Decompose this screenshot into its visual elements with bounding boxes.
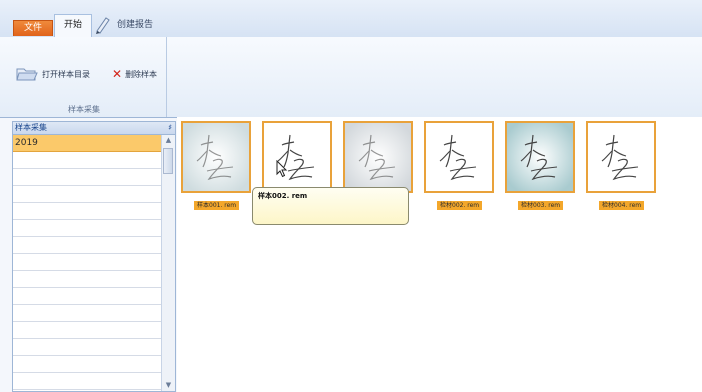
mouse-cursor-icon <box>276 160 288 178</box>
list-item[interactable] <box>13 305 162 322</box>
list-item[interactable] <box>13 254 162 271</box>
pin-icon[interactable]: ♯ <box>168 122 172 134</box>
thumbnail-gallery: 样本001. rem 样本002. rem 检材002. rem 检材003. rem… <box>177 117 702 392</box>
list-item[interactable] <box>13 237 162 254</box>
list-item[interactable] <box>13 152 162 169</box>
signature-image[interactable] <box>181 121 251 193</box>
open-sample-directory-button[interactable]: 打开样本目录 <box>16 66 90 82</box>
list-item[interactable] <box>13 339 162 356</box>
sample-thumbnail[interactable] <box>343 121 413 193</box>
list-item[interactable] <box>13 356 162 373</box>
sample-folder-list: 2019 <box>13 135 162 390</box>
signature-image[interactable] <box>505 121 575 193</box>
tab-file[interactable]: 文件 <box>13 20 53 36</box>
thumbnail-caption: 检材003. rem <box>518 201 564 210</box>
thumbnail-caption: 检材004. rem <box>599 201 645 210</box>
scrollbar-thumb[interactable] <box>163 148 173 174</box>
panel-title: 样本采集 <box>15 123 47 132</box>
sample-thumbnail[interactable]: 样本002. rem <box>262 121 332 210</box>
panel-header: 样本采集 ♯ <box>13 122 175 135</box>
list-item[interactable] <box>13 169 162 186</box>
signature-image[interactable] <box>262 121 332 193</box>
panel-scrollbar[interactable]: ▲ ▼ <box>161 135 175 391</box>
folder-open-icon <box>16 68 38 81</box>
list-item[interactable] <box>13 288 162 305</box>
list-item[interactable] <box>13 322 162 339</box>
tab-create-report-label: 创建报告 <box>117 20 154 30</box>
sample-thumbnail[interactable]: 检材002. rem <box>424 121 494 210</box>
delete-sample-label: 删除样本 <box>125 69 158 79</box>
filename-tooltip: 样本002. rem <box>252 187 409 225</box>
scroll-down-icon[interactable]: ▼ <box>162 380 175 391</box>
delete-x-icon: ✕ <box>112 67 123 81</box>
tooltip-text: 样本002. rem <box>258 192 308 200</box>
ribbon-panel: 打开样本目录 ✕ 删除样本 样本采集 <box>0 37 702 118</box>
delete-sample-button[interactable]: ✕ 删除样本 <box>112 66 157 82</box>
pen-icon <box>96 17 110 34</box>
tab-start[interactable]: 开始 <box>54 14 92 37</box>
tab-create-report[interactable]: 创建报告 <box>94 14 153 36</box>
sample-thumbnail[interactable]: 检材004. rem <box>586 121 656 210</box>
sample-collection-panel: 样本采集 ♯ 2019 ▲ ▼ <box>12 121 176 392</box>
list-item[interactable]: 2019 <box>13 135 162 152</box>
list-item[interactable] <box>13 271 162 288</box>
thumbnail-caption: 样本001. rem <box>194 201 240 210</box>
sample-thumbnail[interactable]: 检材003. rem <box>505 121 575 210</box>
ribbon-group-sample-collection: 打开样本目录 ✕ 删除样本 样本采集 <box>4 37 167 117</box>
signature-image[interactable] <box>586 121 656 193</box>
list-item[interactable] <box>13 220 162 237</box>
list-item[interactable] <box>13 203 162 220</box>
sample-thumbnail[interactable]: 样本001. rem <box>181 121 251 210</box>
signature-image[interactable] <box>424 121 494 193</box>
open-sample-directory-label: 打开样本目录 <box>42 69 90 79</box>
list-item[interactable] <box>13 373 162 390</box>
signature-image[interactable] <box>343 121 413 193</box>
thumbnail-caption: 检材002. rem <box>437 201 483 210</box>
scroll-up-icon[interactable]: ▲ <box>162 135 175 146</box>
list-item[interactable] <box>13 186 162 203</box>
ribbon-tab-bar: 文件 开始 创建报告 <box>0 0 702 38</box>
ribbon-group-label: 样本采集 <box>68 105 100 114</box>
